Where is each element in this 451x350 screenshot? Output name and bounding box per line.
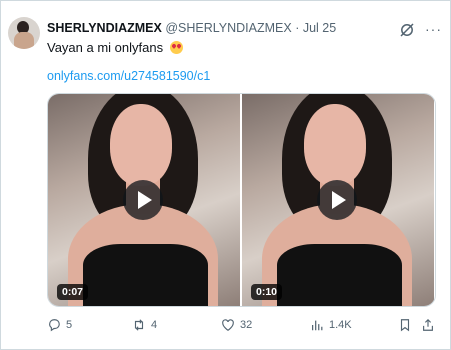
tweet-text: Vayan a mi onlyfans	[47, 40, 183, 55]
bookmark-icon	[400, 319, 410, 332]
repost-count: 4	[151, 319, 158, 331]
tweet-header: SHERLYNDIAZMEX @SHERLYNDIAZMEX · Jul 25	[47, 21, 336, 35]
display-name[interactable]: SHERLYNDIAZMEX	[47, 21, 162, 35]
repost-button[interactable]: 4	[132, 318, 157, 332]
more-icon[interactable]: ···	[425, 21, 442, 37]
video-duration-1: 0:07	[57, 284, 89, 300]
avatar[interactable]	[8, 17, 40, 49]
views-icon	[312, 320, 323, 331]
repost-icon	[134, 319, 144, 331]
share-button[interactable]	[421, 318, 435, 332]
handle[interactable]: @SHERLYNDIAZMEX	[165, 21, 291, 35]
video-thumbnail-2[interactable]: 0:10	[242, 94, 434, 306]
video-thumbnail-1[interactable]: 0:07	[48, 94, 240, 306]
tweet-text-content: Vayan a mi onlyfans	[47, 40, 164, 55]
tweet-date[interactable]: Jul 25	[303, 21, 336, 35]
like-icon	[222, 319, 234, 331]
action-bar: 5 4 32 1.4K	[47, 318, 437, 336]
video-duration-2: 0:10	[251, 284, 283, 300]
views-button[interactable]: 1.4K	[310, 318, 352, 332]
like-count: 32	[240, 319, 253, 331]
play-icon[interactable]	[317, 180, 357, 220]
reply-button[interactable]: 5	[47, 318, 72, 332]
reply-count: 5	[66, 319, 73, 331]
view-count: 1.4K	[329, 319, 352, 331]
like-button[interactable]: 32	[221, 318, 252, 332]
separator: ·	[295, 21, 300, 35]
grok-icon[interactable]	[399, 22, 415, 38]
media-grid[interactable]: 0:07 0:10	[47, 93, 436, 307]
bookmark-button[interactable]	[398, 318, 412, 332]
heart-eyes-emoji-icon	[169, 41, 183, 54]
reply-icon	[49, 319, 60, 332]
tweet-link[interactable]: onlyfans.com/u274581590/c1	[47, 69, 210, 83]
play-icon[interactable]	[123, 180, 163, 220]
share-icon	[423, 318, 433, 331]
